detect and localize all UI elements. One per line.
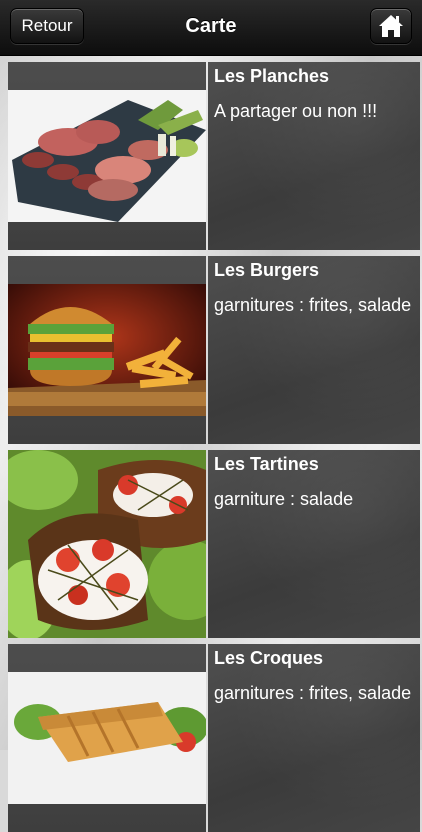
menu-item-tartines[interactable]: Les Tartines garniture : salade	[8, 450, 420, 638]
burgers-photo	[8, 284, 206, 416]
item-info: Les Planches A partager ou non !!!	[208, 62, 420, 250]
item-thumbnail	[8, 62, 206, 250]
item-title: Les Burgers	[214, 260, 320, 280]
item-info: Les Burgers garnitures : frites, salade	[208, 256, 420, 444]
menu-item-burgers[interactable]: Les Burgers garnitures : frites, salade	[8, 256, 420, 444]
item-thumbnail	[8, 256, 206, 444]
item-thumbnail	[8, 644, 206, 832]
menu-item-croques[interactable]: Les Croques garnitures : frites, salade	[8, 644, 420, 832]
item-thumbnail	[8, 450, 206, 638]
item-title: Les Planches	[214, 66, 330, 86]
home-icon	[379, 15, 403, 37]
item-info: Les Tartines garniture : salade	[208, 450, 420, 638]
item-title: Les Croques	[214, 648, 324, 668]
item-info: Les Croques garnitures : frites, salade	[208, 644, 420, 832]
croques-photo	[8, 672, 206, 804]
planches-photo	[8, 90, 206, 222]
item-description: garnitures : frites, salade	[214, 683, 412, 703]
item-description: garniture : salade	[214, 489, 354, 509]
item-description: A partager ou non !!!	[214, 101, 378, 121]
home-button[interactable]	[370, 8, 412, 44]
page-title: Carte	[185, 15, 237, 37]
navigation-bar: Retour Carte	[0, 0, 422, 56]
item-title: Les Tartines	[214, 454, 319, 474]
tartines-photo	[8, 450, 206, 638]
item-description: garnitures : frites, salade	[214, 295, 412, 315]
menu-item-planches[interactable]: Les Planches A partager ou non !!!	[8, 62, 420, 250]
